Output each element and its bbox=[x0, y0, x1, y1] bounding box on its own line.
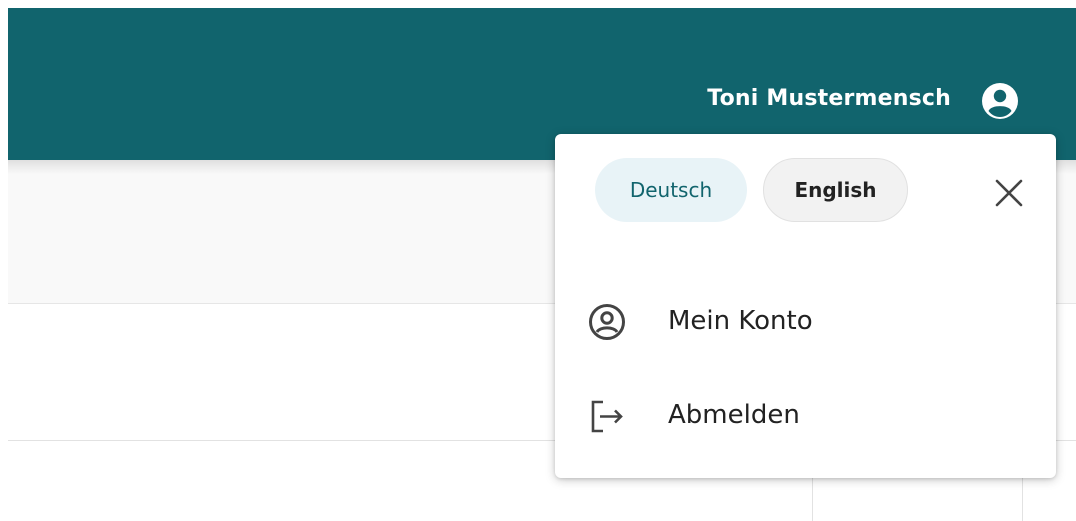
user-menu-popup: Deutsch English Mein Konto Abmelden bbox=[555, 134, 1056, 478]
language-deutsch-button[interactable]: Deutsch bbox=[595, 158, 747, 222]
menu-item-label: Mein Konto bbox=[668, 306, 813, 336]
account-circle-outline-icon bbox=[587, 302, 627, 342]
logout-icon bbox=[587, 396, 627, 436]
menu-item-label: Abmelden bbox=[668, 400, 800, 430]
close-icon[interactable] bbox=[992, 176, 1026, 210]
account-circle-icon[interactable] bbox=[978, 79, 1022, 123]
language-english-button[interactable]: English bbox=[763, 158, 908, 222]
menu-item-mein-konto[interactable]: Mein Konto bbox=[555, 280, 1056, 360]
page: Toni Mustermensch Deutsch English Mein K… bbox=[0, 0, 1076, 521]
menu-item-abmelden[interactable]: Abmelden bbox=[555, 374, 1056, 454]
user-name[interactable]: Toni Mustermensch bbox=[707, 86, 951, 111]
